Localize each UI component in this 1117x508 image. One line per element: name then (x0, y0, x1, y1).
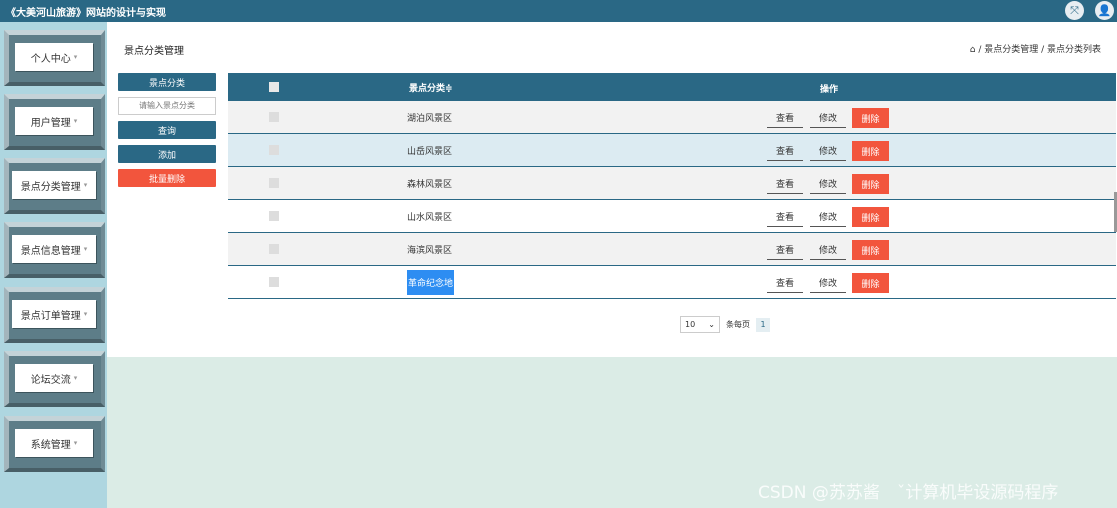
category-name: 海滨风景区 (407, 245, 453, 256)
view-button[interactable]: 查看 (767, 108, 803, 128)
edit-button[interactable]: 修改 (810, 174, 846, 194)
delete-button[interactable]: 删除 (852, 207, 889, 227)
pagination: 10 ⌄ 条每页 1 (680, 316, 770, 333)
search-button[interactable]: 查询 (118, 121, 216, 139)
sidebar-item-personal-center[interactable]: 个人中心 ▾ (4, 30, 105, 86)
table-row: 山岳风景区 查看 修改 删除 (228, 134, 1116, 167)
sidebar-item-label: 景点订单管理 (20, 310, 81, 322)
category-search-input[interactable]: 请输入景点分类 (118, 97, 216, 115)
view-button[interactable]: 查看 (767, 207, 803, 227)
chevron-down-icon: ▾ (73, 53, 78, 61)
delete-button[interactable]: 删除 (852, 240, 889, 260)
chevron-down-icon: ▾ (73, 374, 78, 382)
column-header-category[interactable]: 景点分类≑ (409, 73, 453, 101)
chevron-down-icon: ▾ (83, 310, 88, 318)
row-checkbox[interactable] (269, 277, 279, 287)
table-row: 革命纪念地 查看 修改 删除 (228, 266, 1116, 299)
page-size-select[interactable]: 10 ⌄ (680, 316, 720, 333)
main-content: 景点分类管理 ⌂ / 景点分类管理 / 景点分类列表 景点分类 请输入景点分类 … (107, 22, 1117, 357)
sidebar-item-user-management[interactable]: 用户管理 ▾ (4, 94, 105, 150)
row-checkbox[interactable] (269, 211, 279, 221)
category-field-label: 景点分类 (118, 73, 216, 91)
sidebar: 个人中心 ▾ 用户管理 ▾ 景点分类管理 ▾ 景点信息管理 ▾ 景点订单管理 ▾ 论坛交流… (0, 22, 107, 508)
sidebar-item-label: 景点信息管理 (20, 245, 81, 257)
column-header-ops: 操作 (820, 85, 839, 95)
row-checkbox[interactable] (269, 244, 279, 254)
top-bar: 《大美河山旅游》网站的设计与实现 ⤧ 👤 (0, 0, 1117, 22)
table-row: 森林风景区 查看 修改 删除 (228, 167, 1116, 200)
sidebar-item-label: 景点分类管理 (20, 181, 81, 193)
view-button[interactable]: 查看 (767, 141, 803, 161)
page-size-value: 10 (685, 320, 696, 329)
filter-panel: 景点分类 请输入景点分类 查询 添加 批量删除 (118, 73, 216, 193)
view-button[interactable]: 查看 (767, 273, 803, 293)
selected-text: 革命纪念地 (407, 269, 455, 295)
sidebar-item-label: 论坛交流 (30, 374, 71, 386)
view-button[interactable]: 查看 (767, 240, 803, 260)
per-page-label: 条每页 (726, 320, 750, 329)
breadcrumb[interactable]: ⌂ / 景点分类管理 / 景点分类列表 (970, 42, 1101, 55)
select-all-checkbox[interactable] (269, 82, 279, 92)
user-icon[interactable]: 👤 (1095, 1, 1114, 20)
category-table: 景点分类≑ 操作 湖泊风景区 查看 修改 删除 山岳风景区 查看 修改 删除 森… (228, 73, 1116, 299)
delete-button[interactable]: 删除 (852, 273, 889, 293)
page-title: 景点分类管理 (124, 46, 184, 57)
category-name: 山岳风景区 (407, 146, 453, 157)
delete-button[interactable]: 删除 (852, 174, 889, 194)
row-checkbox[interactable] (269, 178, 279, 188)
delete-button[interactable]: 删除 (852, 108, 889, 128)
chevron-down-icon: ▾ (83, 245, 88, 253)
edit-button[interactable]: 修改 (810, 141, 846, 161)
sidebar-item-forum[interactable]: 论坛交流 ▾ (4, 351, 105, 407)
category-name: 革命纪念地 (407, 266, 455, 298)
delete-button[interactable]: 删除 (852, 141, 889, 161)
view-button[interactable]: 查看 (767, 174, 803, 194)
add-button[interactable]: 添加 (118, 145, 216, 163)
edit-button[interactable]: 修改 (810, 108, 846, 128)
category-name: 湖泊风景区 (407, 113, 453, 124)
fullscreen-icon[interactable]: ⤧ (1065, 1, 1084, 20)
row-checkbox[interactable] (269, 145, 279, 155)
table-row: 湖泊风景区 查看 修改 删除 (228, 101, 1116, 134)
category-name: 山水风景区 (407, 212, 453, 223)
sidebar-item-label: 用户管理 (30, 117, 71, 129)
sidebar-item-system-management[interactable]: 系统管理 ▾ (4, 416, 105, 472)
watermark: CSDN @苏苏酱 ˇ计算机毕设源码程序 (758, 483, 1059, 503)
sidebar-item-category-management[interactable]: 景点分类管理 ▾ (4, 158, 105, 214)
edit-button[interactable]: 修改 (810, 207, 846, 227)
batch-delete-button[interactable]: 批量删除 (118, 169, 216, 187)
row-checkbox[interactable] (269, 112, 279, 122)
sidebar-item-spot-info-management[interactable]: 景点信息管理 ▾ (4, 222, 105, 278)
table-row: 山水风景区 查看 修改 删除 (228, 200, 1116, 233)
chevron-down-icon: ▾ (73, 117, 78, 125)
chevron-down-icon: ⌄ (708, 320, 715, 329)
chevron-down-icon: ▾ (73, 439, 78, 447)
page-number[interactable]: 1 (756, 317, 770, 332)
sidebar-item-order-management[interactable]: 景点订单管理 ▾ (4, 287, 105, 343)
chevron-down-icon: ▾ (83, 181, 88, 189)
edit-button[interactable]: 修改 (810, 273, 846, 293)
table-row: 海滨风景区 查看 修改 删除 (228, 233, 1116, 266)
sidebar-item-label: 个人中心 (30, 53, 71, 65)
edit-button[interactable]: 修改 (810, 240, 846, 260)
table-header: 景点分类≑ 操作 (228, 73, 1116, 101)
app-title: 《大美河山旅游》网站的设计与实现 (6, 8, 166, 19)
category-name: 森林风景区 (407, 179, 453, 190)
sidebar-item-label: 系统管理 (30, 439, 71, 451)
